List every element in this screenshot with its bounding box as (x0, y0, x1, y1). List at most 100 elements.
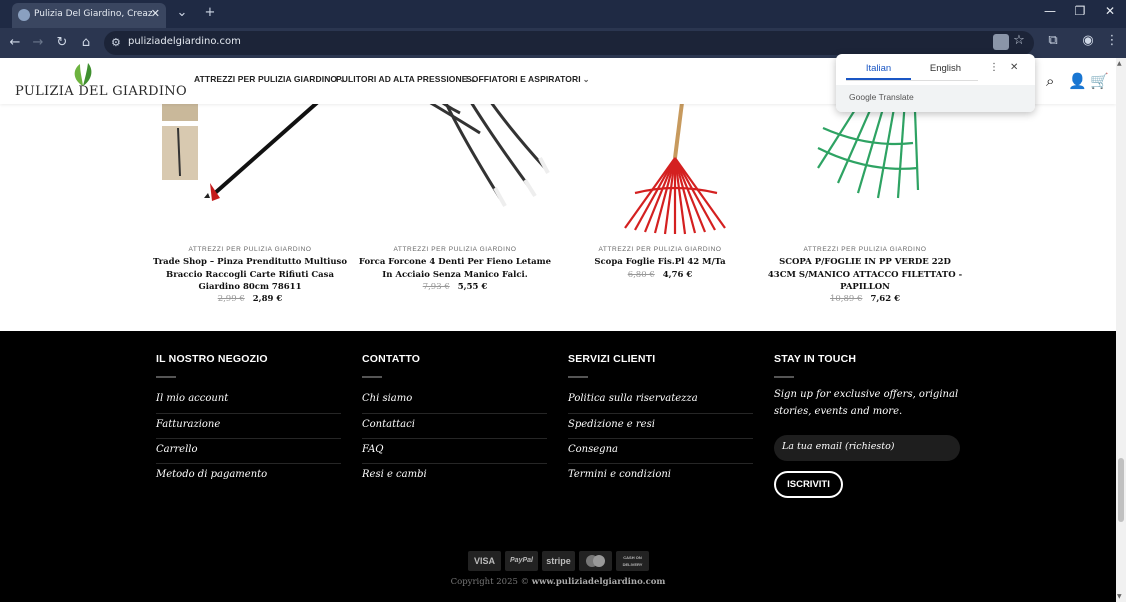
footer-divider (568, 463, 753, 464)
translate-tab-italian[interactable]: Italian (846, 63, 911, 79)
minimize-icon[interactable]: — (1036, 4, 1064, 18)
forward-icon[interactable]: → (29, 34, 47, 52)
footer-divider (362, 438, 547, 439)
footer-link[interactable]: Carrello (156, 444, 198, 455)
nav-attrezzi-label: ATTREZZI PER PULIZIA GIARDINO (194, 74, 338, 84)
nav-pulitori-label: PULITORI AD ALTA PRESSIONE (336, 74, 468, 84)
newsletter-text: Sign up for exclusive offers, original s… (774, 389, 959, 417)
price-new: 4,76 € (662, 270, 693, 280)
footer-title-stay: STAY IN TOUCH (774, 353, 857, 365)
footer-link[interactable]: Metodo di pagamento (156, 469, 267, 480)
reload-icon[interactable]: ↻ (53, 34, 71, 52)
footer-link[interactable]: Resi e cambi (362, 469, 427, 480)
site-footer: IL NOSTRO NEGOZIO Il mio account Fattura… (0, 331, 1116, 602)
footer-divider (774, 376, 794, 378)
footer-link[interactable]: Il mio account (156, 393, 228, 404)
footer-divider (362, 413, 547, 414)
new-tab-icon[interactable]: + (200, 5, 220, 20)
footer-link[interactable]: Politica sulla riservatezza (568, 393, 698, 404)
price-new: 7,62 € (870, 294, 901, 304)
tab-close-icon[interactable]: ✕ (151, 7, 160, 20)
footer-divider (362, 376, 382, 378)
footer-link[interactable]: Spedizione e resi (568, 419, 655, 430)
copyright-prefix: Copyright 2025 © (450, 577, 530, 587)
account-icon[interactable]: 👤 (1068, 72, 1087, 90)
restore-icon[interactable]: ❐ (1066, 4, 1094, 18)
footer-divider (156, 376, 176, 378)
product-category[interactable]: ATTREZZI PER PULIZIA GIARDINO (560, 246, 760, 253)
footer-title-servizi: SERVIZI CLIENTI (568, 353, 656, 365)
price-old: 6,80 € (627, 270, 655, 280)
tab-divider (846, 80, 978, 81)
price-old: 2,99 € (217, 294, 245, 304)
web-page: ATTREZZI PER PULIZIA GIARDINO Trade Shop… (0, 58, 1116, 602)
nav-attrezzi[interactable]: ATTREZZI PER PULIZIA GIARDINO ⌄ (194, 74, 346, 84)
translate-footer: Google Translate (836, 85, 1035, 112)
translate-close-icon[interactable]: ✕ (1010, 62, 1018, 73)
scroll-down-icon[interactable]: ▼ (1117, 593, 1122, 600)
mastercard-icon (579, 551, 612, 571)
product-price: 6,80 € 4,76 € (560, 270, 760, 280)
profile-icon[interactable]: ◉ (1079, 33, 1097, 48)
translate-menu-icon[interactable]: ⋮ (989, 62, 999, 73)
footer-link[interactable]: Fatturazione (156, 419, 220, 430)
chevron-down-icon: ⌄ (582, 75, 590, 84)
product-title[interactable]: Scopa Foglie Fis.Pl 42 M/Ta (560, 256, 760, 269)
browser-menu-icon[interactable]: ⋮ (1103, 33, 1121, 48)
footer-link[interactable]: Termini e condizioni (568, 469, 671, 480)
footer-link[interactable]: Chi siamo (362, 393, 412, 404)
product-title[interactable]: Forca Forcone 4 Denti Per Fieno Letame I… (355, 256, 555, 281)
nav-soffiatori[interactable]: SOFFIATORI E ASPIRATORI ⌄ (466, 74, 590, 84)
window-close-icon[interactable]: ✕ (1096, 4, 1124, 18)
price-old: 10,89 € (829, 294, 863, 304)
price-old: 7,93 € (422, 282, 450, 292)
tab-list-icon[interactable]: ⌄ (172, 5, 192, 20)
page-scrollbar[interactable]: ▲ ▼ (1116, 58, 1126, 602)
bookmark-star-icon[interactable]: ☆ (1010, 33, 1028, 48)
footer-link[interactable]: Consegna (568, 444, 618, 455)
translate-popup: Italian English ⋮ ✕ Google Translate (836, 54, 1035, 112)
browser-tab-bar: Pulizia Del Giardino, Creazione ✕ ⌄ + — … (0, 0, 1126, 28)
footer-divider (362, 463, 547, 464)
back-icon[interactable]: ← (6, 34, 24, 52)
extensions-icon[interactable]: ⧉ (1044, 33, 1062, 48)
footer-link[interactable]: Contattaci (362, 419, 415, 430)
copyright: Copyright 2025 © www.puliziadelgiardino.… (0, 577, 1116, 587)
url-bar[interactable]: ⚙ puliziadelgiardino.com (104, 31, 1034, 55)
email-field[interactable]: La tua email (richiesto) (774, 435, 960, 461)
cart-icon[interactable]: 🛒 (1090, 72, 1109, 90)
google-translate-label: Google Translate (849, 92, 914, 102)
product-category[interactable]: ATTREZZI PER PULIZIA GIARDINO (355, 246, 555, 253)
nav-pulitori[interactable]: PULITORI AD ALTA PRESSIONE ⌄ (336, 74, 476, 84)
price-new: 2,89 € (252, 294, 283, 304)
paypal-icon: PayPal (505, 551, 538, 571)
footer-divider (156, 413, 341, 414)
subscribe-button[interactable]: ISCRIVITI (774, 471, 843, 498)
logo-text[interactable]: PULIZIA DEL GIARDINO (15, 84, 187, 99)
product-title[interactable]: SCOPA P/FOGLIE IN PP VERDE 22D 43CM S/MA… (765, 256, 965, 294)
footer-link[interactable]: FAQ (362, 444, 384, 455)
cash-on-delivery-icon: CASH ON DELIVERY (616, 551, 649, 571)
copyright-link[interactable]: www.puliziadelgiardino.com (532, 577, 666, 587)
translate-icon[interactable] (993, 34, 1009, 50)
site-info-icon[interactable]: ⚙ (111, 36, 121, 49)
translate-tab-english[interactable]: English (913, 63, 978, 79)
footer-divider (156, 463, 341, 464)
url-text: puliziadelgiardino.com (128, 36, 241, 47)
footer-divider (568, 413, 753, 414)
product-category[interactable]: ATTREZZI PER PULIZIA GIARDINO (765, 246, 965, 253)
browser-tab[interactable]: Pulizia Del Giardino, Creazione ✕ (12, 3, 166, 28)
home-icon[interactable]: ⌂ (77, 34, 95, 52)
product-category[interactable]: ATTREZZI PER PULIZIA GIARDINO (150, 246, 350, 253)
search-icon[interactable]: ⌕ (1046, 72, 1054, 90)
mastercard-logo-icon (586, 555, 605, 567)
scroll-up-icon[interactable]: ▲ (1117, 60, 1122, 67)
product-price: 7,93 € 5,55 € (355, 282, 555, 292)
footer-divider (568, 376, 588, 378)
stripe-icon: stripe (542, 551, 575, 571)
scrollbar-thumb[interactable] (1118, 458, 1124, 522)
tab-title: Pulizia Del Giardino, Creazione (34, 9, 152, 19)
price-new: 5,55 € (457, 282, 488, 292)
product-title[interactable]: Trade Shop – Pinza Prenditutto Multiuso … (150, 256, 350, 294)
product-price: 2,99 € 2,89 € (150, 294, 350, 304)
